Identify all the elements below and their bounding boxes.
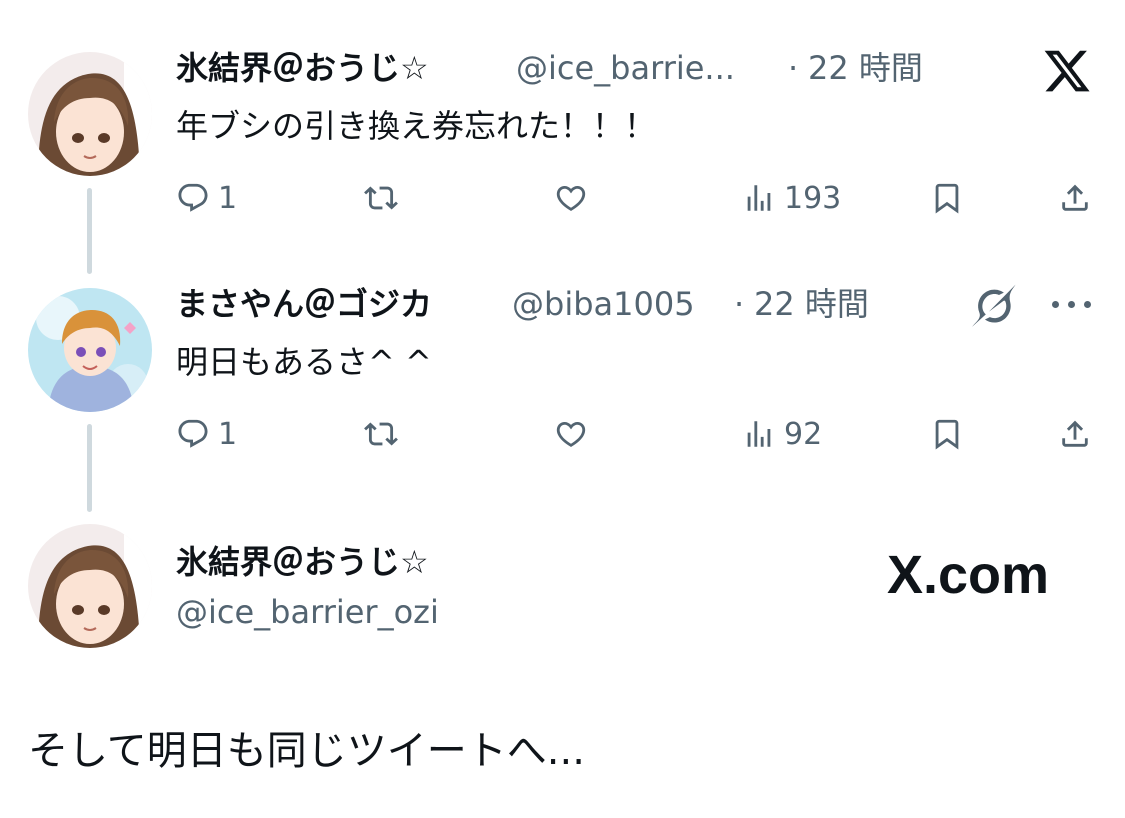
- avatar[interactable]: [28, 288, 152, 412]
- profile-name[interactable]: 氷結界＠おうじ☆: [176, 542, 429, 582]
- retweet-icon: [364, 181, 398, 215]
- author-name[interactable]: まさやん＠ゴジカ: [176, 284, 432, 324]
- views-button[interactable]: 92: [742, 414, 822, 454]
- tweet-time[interactable]: 22 時間: [754, 284, 869, 324]
- reply-count: 1: [218, 180, 238, 216]
- thread-connector: [87, 424, 92, 512]
- caption-text: そして明日も同じツイートへ...: [28, 728, 585, 774]
- x-com-wordmark: X.com: [887, 545, 1050, 605]
- heart-icon: [554, 181, 588, 215]
- tweet-text: 明日もあるさ^ ^: [176, 343, 432, 381]
- views-button[interactable]: 193: [742, 178, 841, 218]
- share-icon: [1058, 181, 1092, 215]
- share-button[interactable]: [1058, 414, 1092, 454]
- grok-icon[interactable]: [970, 284, 1018, 328]
- bookmark-icon: [930, 181, 964, 215]
- like-button[interactable]: [554, 178, 588, 218]
- share-button[interactable]: [1058, 178, 1092, 218]
- more-icon[interactable]: [1050, 300, 1094, 310]
- x-logo-icon: [1042, 46, 1092, 96]
- avatar[interactable]: [28, 52, 152, 176]
- author-name[interactable]: 氷結界＠おうじ☆: [176, 48, 429, 88]
- tweet-time[interactable]: 22 時間: [808, 48, 923, 88]
- retweet-button[interactable]: [364, 178, 398, 218]
- avatar[interactable]: [28, 524, 152, 648]
- bookmark-icon: [930, 417, 964, 451]
- author-handle[interactable]: @ice_barrie...: [516, 48, 735, 88]
- bookmark-button[interactable]: [930, 414, 964, 454]
- heart-icon: [554, 417, 588, 451]
- tweet-text: 年ブシの引き換え券忘れた！！！: [176, 107, 657, 145]
- separator-dot: ·: [734, 285, 745, 323]
- views-icon: [742, 417, 776, 451]
- author-handle[interactable]: @biba1005: [512, 284, 695, 324]
- views-count: 92: [784, 416, 823, 452]
- bookmark-button[interactable]: [930, 178, 964, 218]
- reply-button[interactable]: 1: [176, 414, 237, 454]
- share-icon: [1058, 417, 1092, 451]
- thread-connector: [87, 188, 92, 274]
- reply-icon: [176, 417, 210, 451]
- like-button[interactable]: [554, 414, 588, 454]
- reply-count: 1: [218, 416, 238, 452]
- separator-dot: ·: [788, 49, 799, 87]
- retweet-icon: [364, 417, 398, 451]
- reply-icon: [176, 181, 210, 215]
- views-count: 193: [784, 180, 842, 216]
- profile-handle[interactable]: @ice_barrier_ozi: [176, 592, 439, 632]
- views-icon: [742, 181, 776, 215]
- retweet-button[interactable]: [364, 414, 398, 454]
- reply-button[interactable]: 1: [176, 178, 237, 218]
